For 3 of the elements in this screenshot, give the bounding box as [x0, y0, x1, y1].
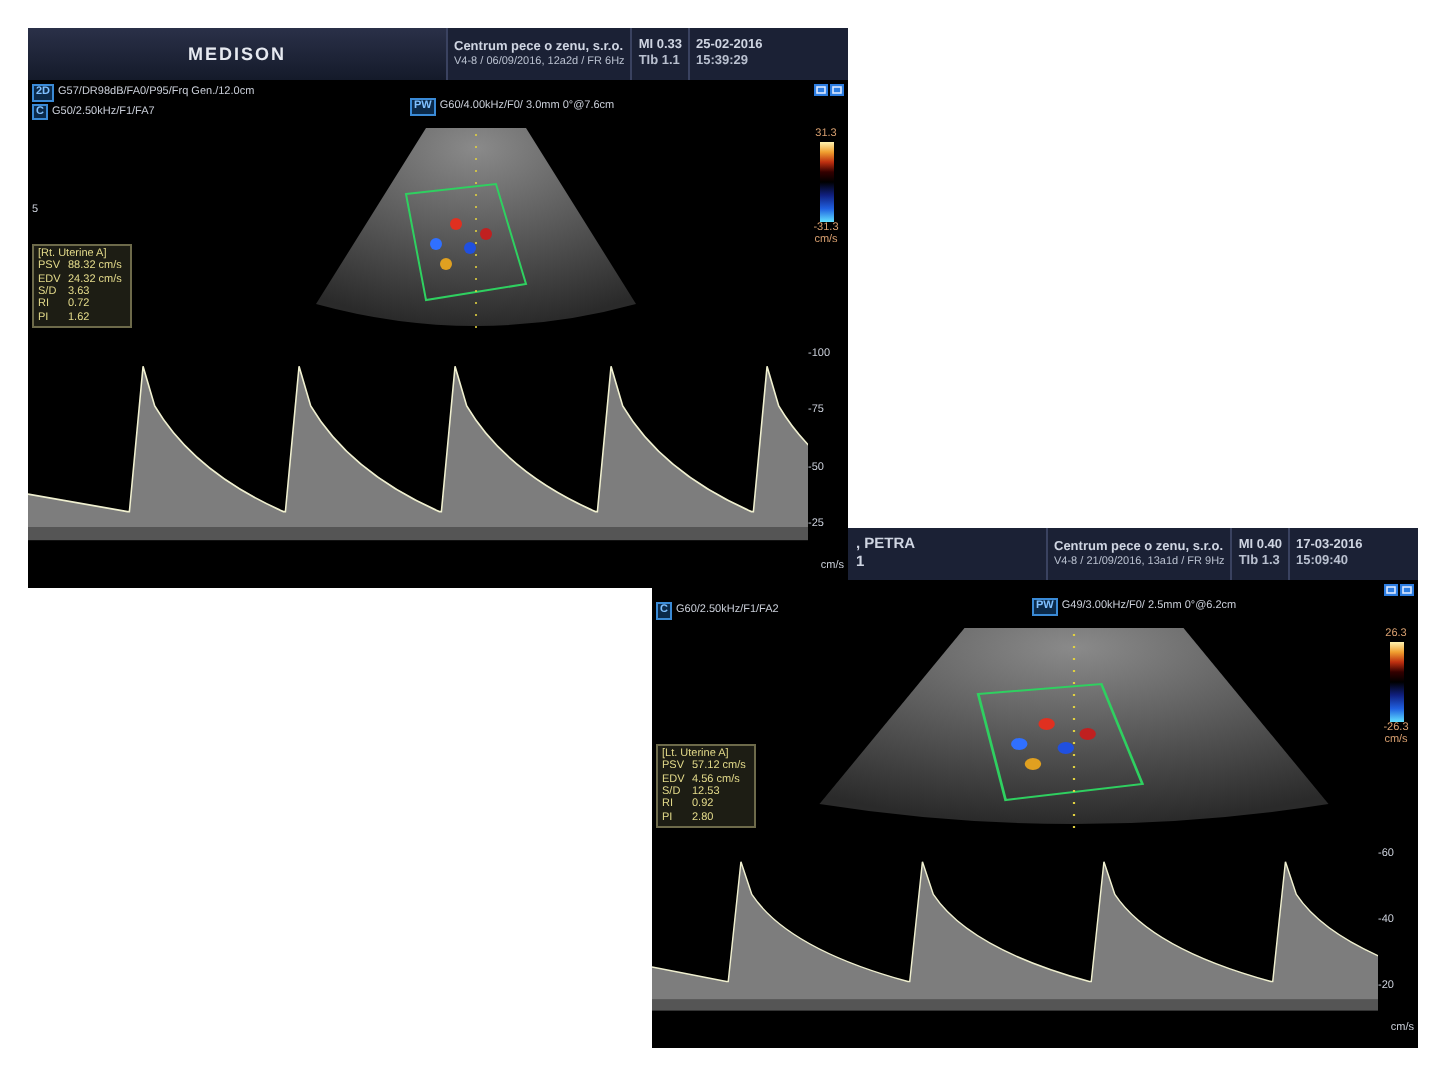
color-scale-bar [819, 141, 833, 222]
color-scale-bar [1389, 641, 1403, 722]
logo: MEDISON [187, 43, 286, 65]
